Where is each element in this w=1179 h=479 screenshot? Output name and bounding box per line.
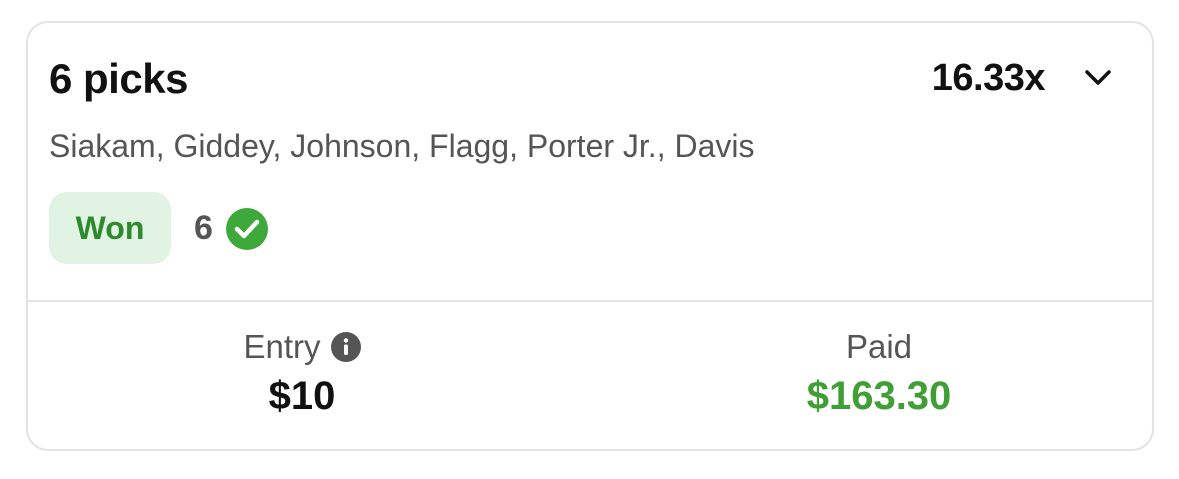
check-circle-icon [226, 208, 268, 250]
status-badge: Won [49, 192, 171, 264]
entry-stat: Entry $10 [102, 328, 502, 419]
entry-label: Entry [243, 328, 321, 365]
divider [28, 300, 1152, 302]
paid-label: Paid [845, 328, 913, 365]
picks-title: 6 picks [49, 55, 188, 102]
expand-button[interactable] [1080, 63, 1116, 93]
player-list: Siakam, Giddey, Johnson, Flagg, Porter J… [49, 128, 755, 164]
info-icon[interactable] [330, 332, 361, 362]
entry-label-row: Entry [243, 328, 361, 366]
correct-count: 6 [194, 209, 213, 247]
multiplier-value: 16.33x [931, 57, 1046, 99]
chevron-down-icon [1085, 70, 1111, 85]
entry-card[interactable]: 6 picks 16.33x Siakam, Giddey, Johnson, … [26, 21, 1154, 451]
entry-value: $10 [268, 374, 336, 418]
paid-value: $163.30 [806, 374, 952, 418]
paid-stat: Paid $163.30 [679, 328, 1079, 419]
